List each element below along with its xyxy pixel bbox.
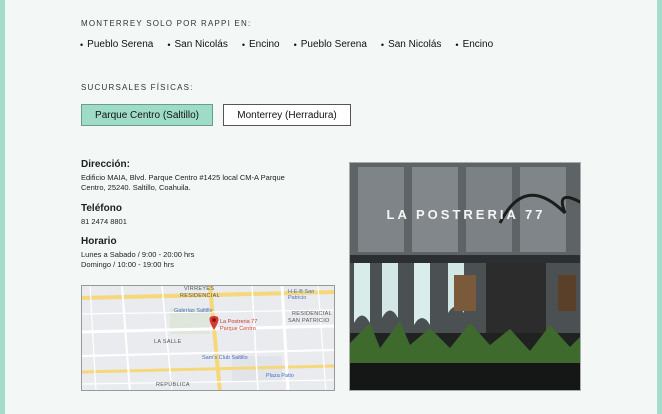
bullet-icon: • (167, 39, 171, 50)
phone-heading: Teléfono (81, 203, 122, 214)
rappi-locations-list: • Pueblo Serena • San Nicolás • Encino • Pue… (80, 39, 600, 50)
rappi-location-item[interactable]: • Pueblo Serena (80, 39, 153, 50)
address-line: Edificio MAIA, Blvd. Parque Centro #1425… (81, 173, 285, 182)
rappi-location-item[interactable]: • Encino (455, 39, 493, 50)
phone-number[interactable]: 81 2474 8801 (81, 217, 331, 227)
address-heading: Dirección: (81, 159, 130, 170)
map-roads (82, 286, 334, 390)
hours-block: Horario Lunes a Sabado / 9:00 - 20:00 hr… (81, 236, 331, 270)
phone-block: Teléfono 81 2474 8801 (81, 203, 331, 227)
address-block: Dirección: Edificio MAIA, Blvd. Parque C… (81, 159, 331, 193)
branch-button-monterrey[interactable]: Monterrey (Herradura) (223, 104, 351, 126)
rappi-location-label: Encino (462, 39, 494, 50)
map-place[interactable]: Plaza Patio (266, 373, 294, 379)
map-place[interactable]: Sam's Club Saltillo (202, 355, 248, 361)
rappi-location-label: San Nicolás (174, 39, 228, 50)
map-label: REPÚBLICA (156, 382, 190, 388)
rappi-location-label: Pueblo Serena (87, 39, 154, 50)
storefront-sign: LA POSTRERIA 77 (386, 207, 546, 222)
map-label: LA SALLE (154, 339, 182, 345)
location-map[interactable]: VIRREYES RESIDENCIAL RESIDENCIAL SAN PAT… (81, 285, 335, 391)
map-pin-label[interactable]: La Postreria 77 Parque Centro (220, 319, 257, 332)
rappi-location-item[interactable]: • Pueblo Serena (294, 39, 367, 50)
address-line: Centro, 25240. Saltillo, Coahuila. (81, 183, 191, 192)
rappi-location-label: Pueblo Serena (300, 39, 367, 50)
branch-button-saltillo[interactable]: Parque Centro (Saltillo) (81, 104, 213, 126)
bullet-icon: • (293, 39, 297, 50)
map-pin-line: La Postreria 77 (220, 319, 258, 325)
rappi-location-label: San Nicolás (388, 39, 442, 50)
rappi-location-item[interactable]: • San Nicolás (167, 39, 228, 50)
rappi-location-item[interactable]: • Encino (242, 39, 280, 50)
bullet-icon: • (455, 39, 459, 50)
rappi-section-title: MONTERREY SOLO POR RAPPI EN: (81, 19, 252, 28)
map-place[interactable]: Galerías Saltillo (174, 308, 213, 314)
map-pin-line: Parque Centro (220, 325, 256, 332)
map-label: VIRREYES (184, 286, 215, 292)
left-accent-bar (0, 0, 5, 414)
bullet-icon: • (380, 39, 385, 50)
storefront-illustration (350, 163, 580, 390)
branches-section-title: SUCURSALES FÍSICAS: (81, 83, 194, 92)
map-label: SAN PATRICIO (288, 318, 330, 324)
rappi-location-item[interactable]: • San Nicolás (381, 39, 442, 50)
map-place[interactable]: H-E-B San Patricio (288, 289, 334, 301)
right-accent-bar (657, 0, 662, 414)
map-label: RESIDENCIAL (180, 293, 220, 299)
bullet-icon: • (241, 39, 245, 50)
map-label: RESIDENCIAL (292, 311, 332, 317)
hours-heading: Horario (81, 236, 117, 247)
hours-sunday: Domingo / 10:00 - 19:00 hrs (81, 260, 174, 269)
bullet-icon: • (80, 39, 84, 50)
hours-weekdays: Lunes a Sabado / 9:00 - 20:00 hrs (81, 250, 195, 259)
rappi-location-label: Encino (249, 39, 280, 50)
storefront-photo: LA POSTRERIA 77 (349, 162, 581, 391)
